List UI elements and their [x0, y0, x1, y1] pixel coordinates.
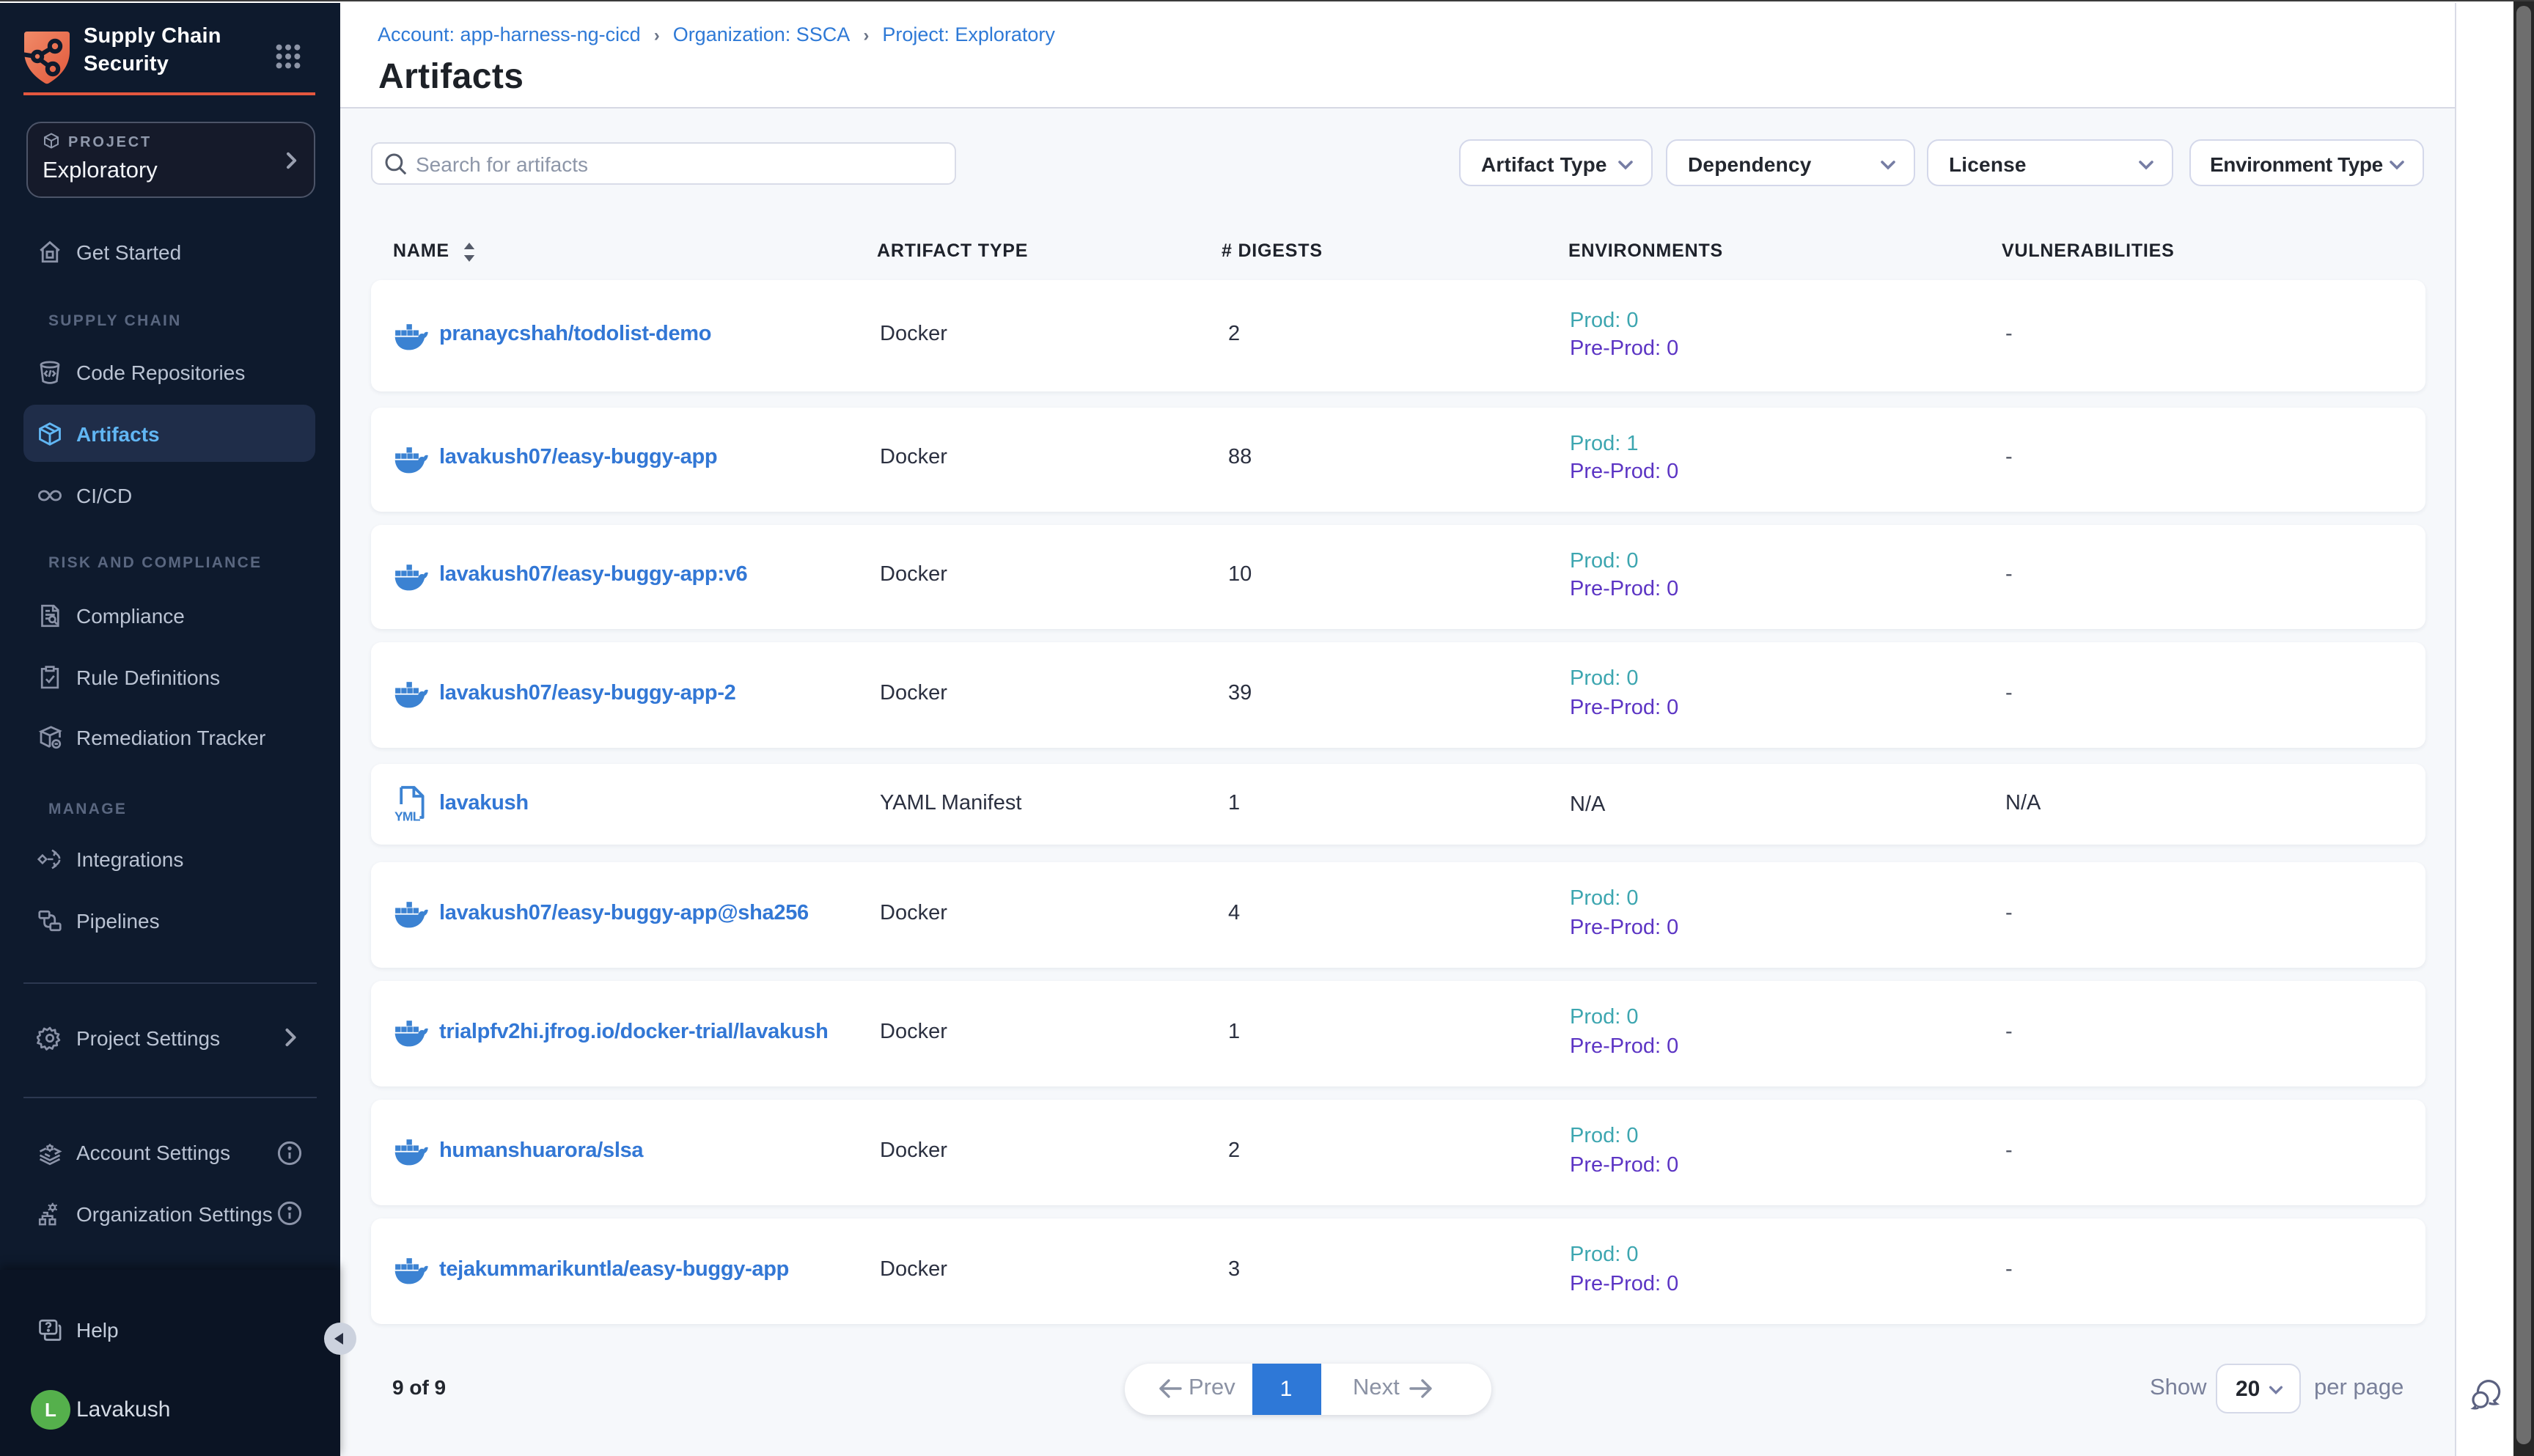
svg-text:YML: YML: [394, 809, 421, 823]
